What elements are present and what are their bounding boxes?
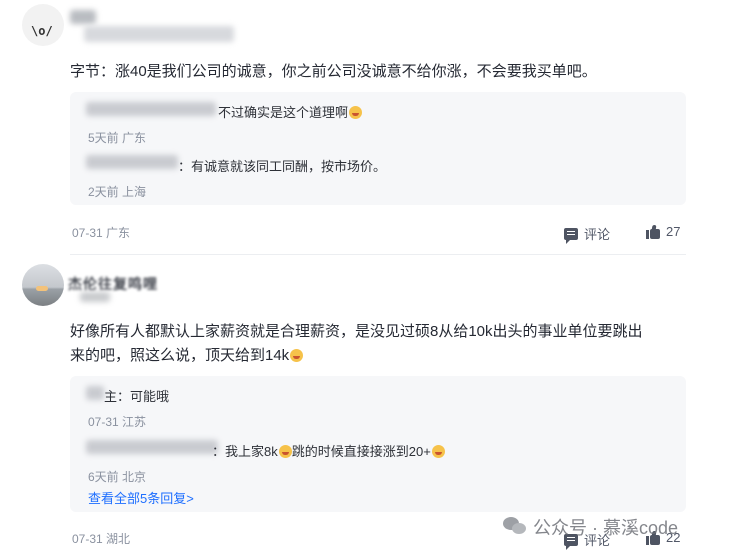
comment-icon (564, 227, 578, 244)
reply-text: 不过确实是这个道理啊 (218, 102, 363, 121)
sunset-icon (36, 286, 48, 291)
author-name-redacted (70, 10, 96, 24)
comment-text: 好像所有人都默认上家薪资就是合理薪资，是没见过硕8从给10k出头的事业单位要跳出… (70, 320, 690, 368)
comment-button[interactable]: 评论 (564, 224, 611, 244)
divider (70, 254, 686, 255)
reply-author-redacted (86, 102, 216, 116)
view-all-replies-link[interactable]: 查看全部5条回复> (88, 488, 194, 507)
reply-author-redacted (86, 386, 104, 400)
watermark: 公众号 · 慕溪code (503, 514, 678, 540)
thumbs-up-icon (646, 224, 660, 239)
laugh-emoji-icon (278, 445, 292, 458)
comment-label: 评论 (584, 227, 611, 242)
comment-text-line: 来的吧，照这么说，顶天给到14k (70, 344, 690, 368)
reply-meta: 2天前 上海 (88, 185, 147, 199)
reply-list: 主：可能哦 07-31 江苏 ：我上家8k 跳的时候直接接涨到20+ 6天前 北京… (70, 376, 686, 512)
reply-list: 不过确实是这个道理啊 5天前 广东 ：有诚意就该同工同酬，按市场价。 2天前 上… (70, 92, 686, 205)
comment-meta: 07-31 湖北 (72, 532, 131, 546)
avatar-face-icon: \o/ (31, 24, 53, 38)
author-name: 杰伦往复鸣哩 (68, 276, 158, 292)
avatar[interactable]: \o/ (22, 4, 64, 46)
reply-text: ：我上家8k 跳的时候直接接涨到20+ (212, 441, 445, 460)
author-badge-redacted (84, 26, 234, 42)
reply-author-redacted (86, 155, 178, 169)
reply-text: ：有诚意就该同工同酬，按市场价。 (178, 159, 387, 174)
watermark-text: 公众号 · 慕溪code (533, 518, 679, 538)
laugh-emoji-icon (290, 349, 304, 362)
comment-meta: 07-31 广东 (72, 226, 131, 240)
laugh-emoji-icon (349, 106, 363, 119)
reply-meta: 5天前 广东 (88, 131, 147, 145)
reply-meta: 6天前 北京 (88, 470, 147, 484)
avatar[interactable] (22, 264, 64, 306)
like-count: 27 (666, 224, 681, 239)
reply-text: 主：可能哦 (104, 389, 170, 404)
wechat-icon (503, 517, 527, 537)
reply-author-redacted (86, 440, 218, 454)
comment-text: 字节：涨40是我们公司的诚意，你之前公司没诚意不给你涨，不会要我买单吧。 (70, 63, 597, 80)
like-button[interactable]: 27 (646, 224, 680, 239)
comment-text-line: 好像所有人都默认上家薪资就是合理薪资，是没见过硕8从给10k出头的事业单位要跳出 (70, 323, 643, 340)
author-badge-redacted (80, 292, 110, 302)
reply-meta: 07-31 江苏 (88, 415, 147, 429)
laugh-emoji-icon (431, 445, 445, 458)
